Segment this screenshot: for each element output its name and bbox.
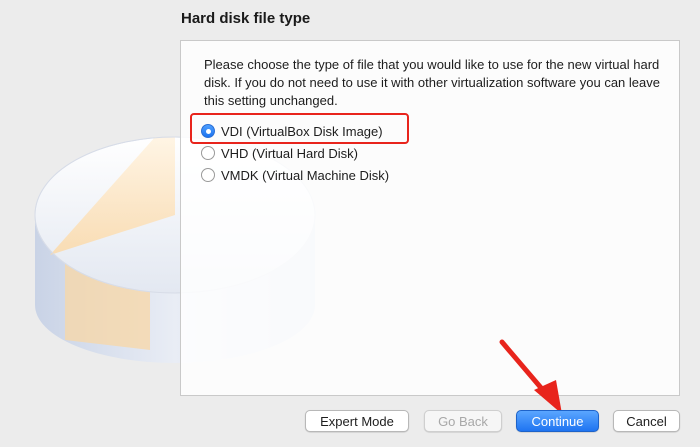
option-label: VMDK (Virtual Machine Disk) [221, 167, 390, 183]
expert-mode-button[interactable]: Expert Mode [305, 410, 409, 432]
instructions-text: Please choose the type of file that you … [204, 57, 660, 108]
option-vmdk[interactable]: VMDK (Virtual Machine Disk) [201, 164, 389, 186]
radio-button[interactable] [201, 168, 215, 182]
option-vdi[interactable]: VDI (VirtualBox Disk Image) [201, 120, 389, 142]
option-vhd[interactable]: VHD (Virtual Hard Disk) [201, 142, 389, 164]
file-type-radio-group: VDI (VirtualBox Disk Image) VHD (Virtual… [201, 120, 389, 186]
option-label: VDI (VirtualBox Disk Image) [221, 123, 383, 139]
radio-button-selected[interactable] [201, 124, 215, 138]
radio-dot-icon [205, 128, 211, 134]
go-back-button[interactable]: Go Back [424, 410, 502, 432]
dialog-title: Hard disk file type [181, 10, 311, 27]
cancel-button[interactable]: Cancel [613, 410, 680, 432]
option-label: VHD (Virtual Hard Disk) [221, 145, 359, 161]
continue-button[interactable]: Continue [516, 410, 599, 432]
pointer-arrow-icon [499, 339, 562, 414]
radio-button[interactable] [201, 146, 215, 160]
